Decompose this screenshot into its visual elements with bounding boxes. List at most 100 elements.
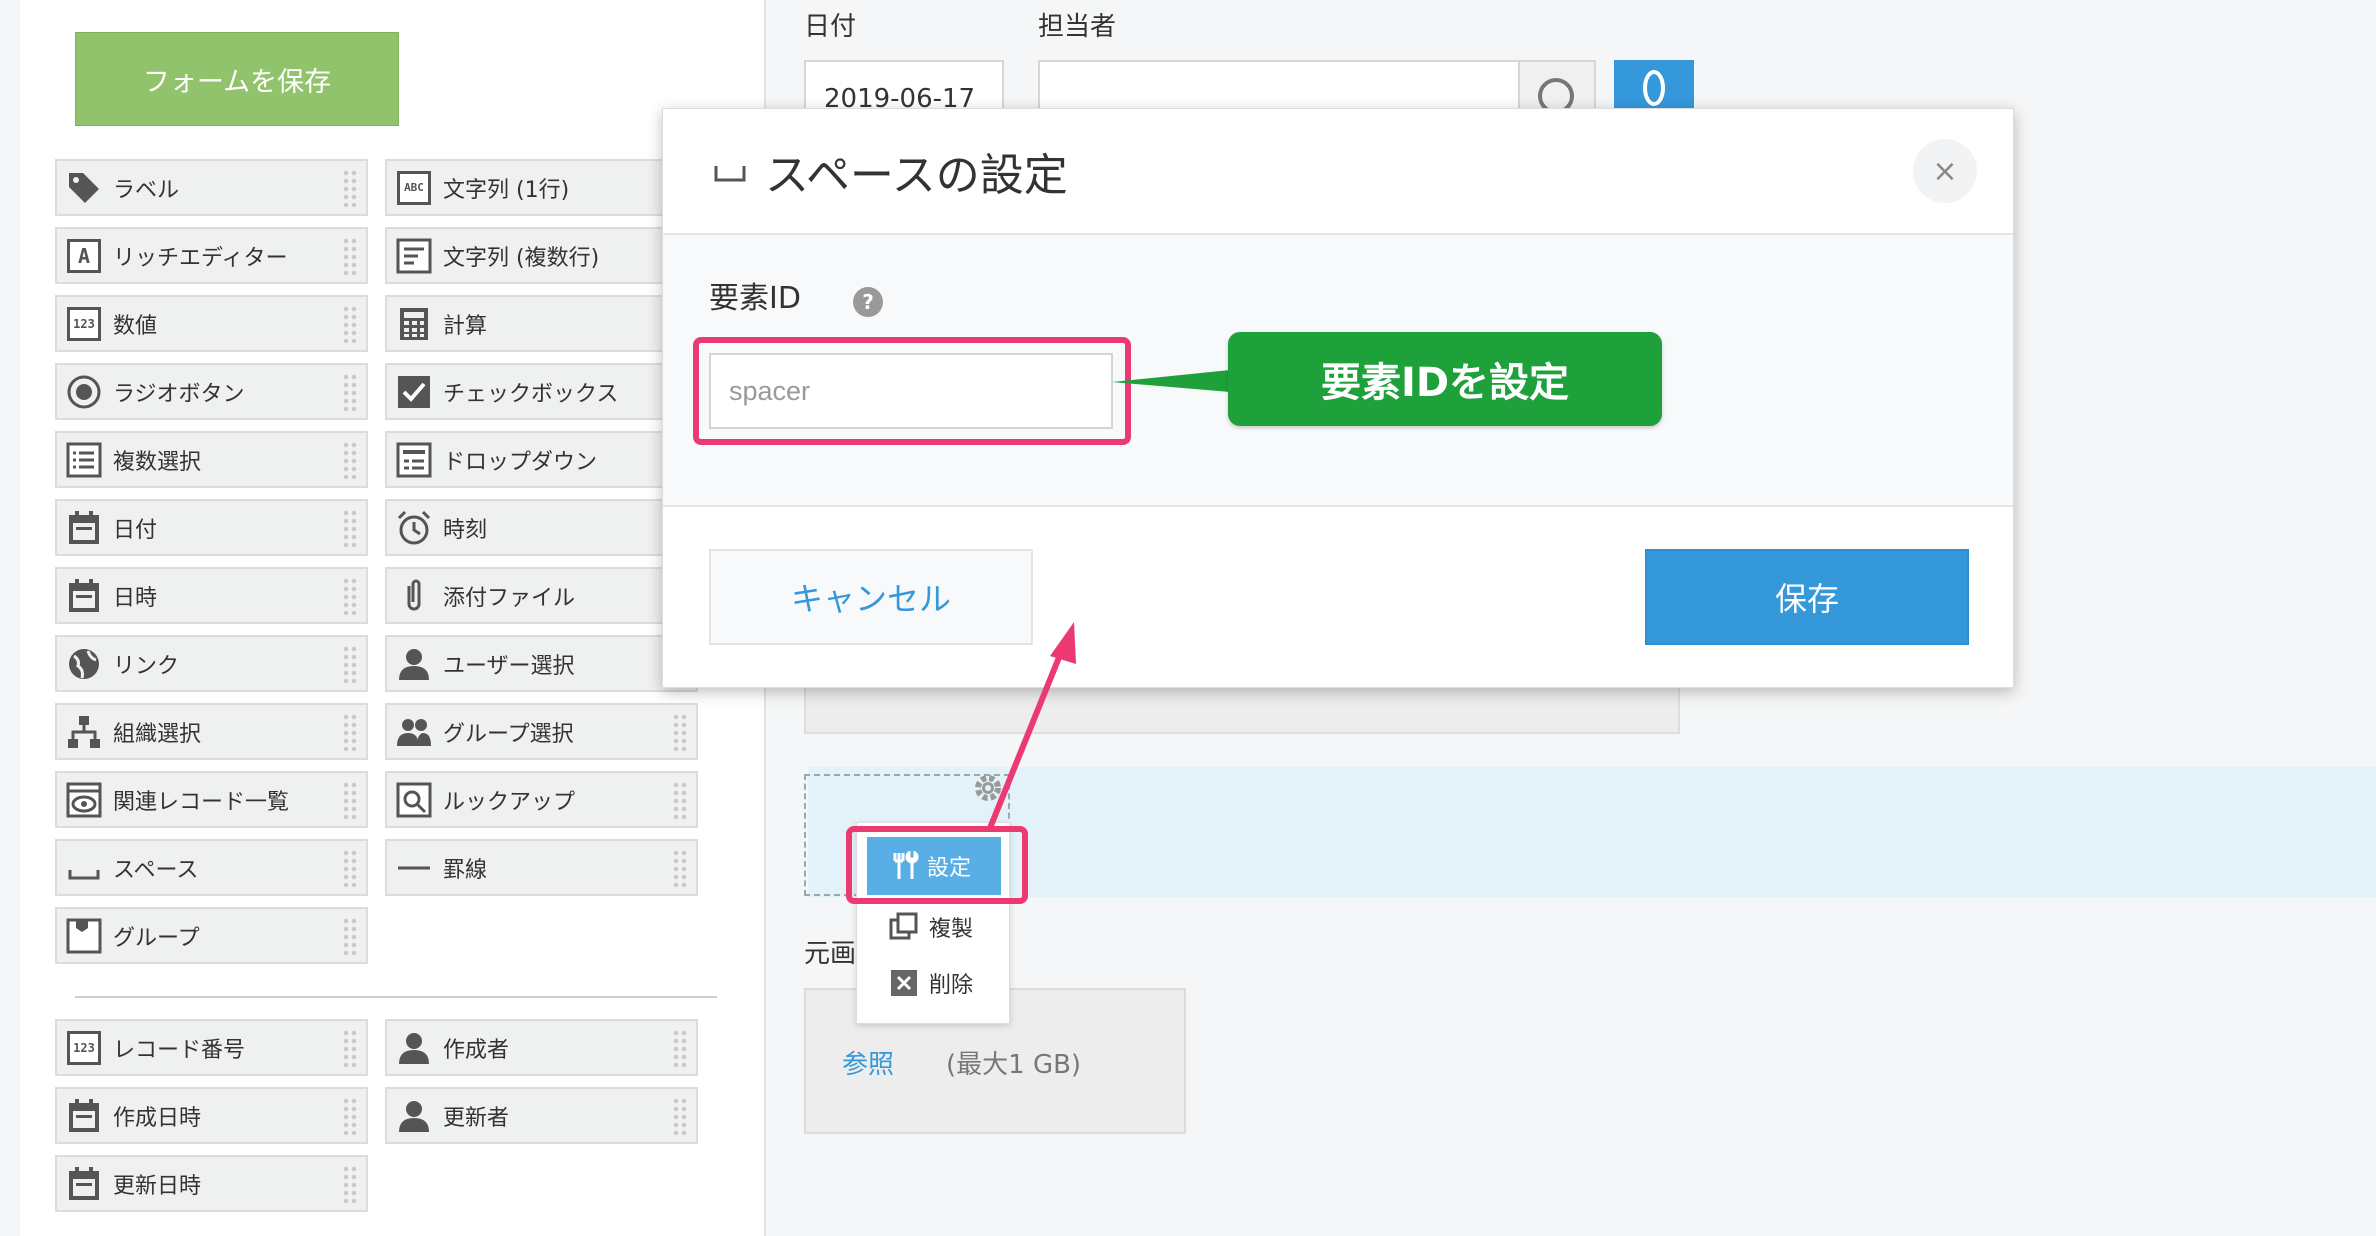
drag-handle-icon[interactable]	[672, 849, 690, 887]
delete-menu-label: 削除	[929, 973, 974, 998]
multi-select-icon	[65, 441, 103, 479]
rich-editor-icon: A	[65, 237, 103, 275]
field-item[interactable]: ルックアップ	[385, 771, 698, 828]
drag-handle-icon[interactable]	[342, 917, 360, 955]
user-icon	[395, 645, 433, 683]
drag-handle-icon[interactable]	[342, 781, 360, 819]
field-item[interactable]: ラベル	[55, 159, 368, 216]
element-id-highlight	[693, 337, 1131, 445]
calculator-icon	[395, 305, 433, 343]
duplicate-icon	[889, 912, 919, 942]
horizontal-line-icon	[395, 849, 433, 887]
field-item[interactable]: 複数選択	[55, 431, 368, 488]
field-item[interactable]: 123 数値	[55, 295, 368, 352]
field-item[interactable]: 添付ファイル	[385, 567, 698, 624]
tag-icon	[65, 169, 103, 207]
field-item[interactable]: 文字列 (複数行)	[385, 227, 698, 284]
drag-handle-icon[interactable]	[342, 169, 360, 207]
system-field-item[interactable]: 更新者	[385, 1087, 698, 1144]
field-item-label: 複数選択	[113, 449, 202, 475]
drag-handle-icon[interactable]	[342, 1029, 360, 1067]
field-item[interactable]: ユーザー選択	[385, 635, 698, 692]
related-records-icon	[65, 781, 103, 819]
space-icon	[65, 849, 103, 887]
field-item-label: ユーザー選択	[443, 653, 575, 679]
drag-handle-icon[interactable]	[342, 305, 360, 343]
field-item[interactable]: 罫線	[385, 839, 698, 896]
drag-handle-icon[interactable]	[342, 645, 360, 683]
drag-handle-icon[interactable]	[342, 509, 360, 547]
field-item[interactable]: 関連レコード一覧	[55, 771, 368, 828]
delete-menu-item[interactable]: 削除	[889, 963, 973, 1003]
field-item-label: リッチエディター	[113, 245, 288, 271]
lookup-icon	[395, 781, 433, 819]
field-item[interactable]: A リッチエディター	[55, 227, 368, 284]
settings-highlight	[846, 826, 1028, 904]
drag-handle-icon[interactable]	[342, 373, 360, 411]
field-item[interactable]: 計算	[385, 295, 698, 352]
field-item[interactable]: リンク	[55, 635, 368, 692]
field-item-label: 日時	[113, 585, 158, 611]
drag-handle-icon[interactable]	[672, 1097, 690, 1135]
field-item-label: 文字列 (複数行)	[443, 245, 600, 271]
field-item[interactable]: ラジオボタン	[55, 363, 368, 420]
field-item[interactable]: 日付	[55, 499, 368, 556]
field-item[interactable]: グループ	[55, 907, 368, 964]
save-button[interactable]: 保存	[1645, 549, 1969, 645]
field-item[interactable]: ドロップダウン	[385, 431, 698, 488]
drag-handle-icon[interactable]	[342, 1097, 360, 1135]
palette-divider	[75, 996, 717, 998]
field-item-label: 日付	[113, 517, 158, 543]
gear-icon[interactable]	[970, 770, 1006, 810]
system-field-item-label: レコード番号	[113, 1037, 246, 1063]
user-icon	[395, 1029, 433, 1067]
field-item[interactable]: 時刻	[385, 499, 698, 556]
duplicate-menu-item[interactable]: 複製	[889, 907, 973, 947]
group-icon	[395, 713, 433, 751]
drag-handle-icon[interactable]	[342, 849, 360, 887]
max-size-text: (最大1 GB)	[946, 1050, 1082, 1080]
field-item[interactable]: ABC 文字列 (1行)	[385, 159, 698, 216]
close-button[interactable]: ×	[1913, 139, 1977, 203]
field-item[interactable]: グループ選択	[385, 703, 698, 760]
calendar-icon	[65, 577, 103, 615]
help-icon[interactable]: ?	[853, 287, 883, 317]
system-field-item-label: 作成者	[443, 1037, 510, 1063]
system-field-item-label: 更新者	[443, 1105, 510, 1131]
number-icon: 123	[65, 1029, 103, 1067]
space-icon	[713, 156, 747, 186]
drag-handle-icon[interactable]	[342, 441, 360, 479]
calendar-icon	[65, 1097, 103, 1135]
delete-icon	[889, 968, 919, 998]
field-item[interactable]: 日時	[55, 567, 368, 624]
drag-handle-icon[interactable]	[342, 237, 360, 275]
dialog-title: スペースの設定	[713, 139, 1068, 203]
drag-handle-icon[interactable]	[672, 781, 690, 819]
system-field-item[interactable]: 作成日時	[55, 1087, 368, 1144]
save-form-button[interactable]: フォームを保存	[75, 32, 399, 126]
field-item[interactable]: スペース	[55, 839, 368, 896]
system-field-item[interactable]: 作成者	[385, 1019, 698, 1076]
system-field-item[interactable]: 更新日時	[55, 1155, 368, 1212]
cancel-button[interactable]: キャンセル	[709, 549, 1033, 645]
browse-link[interactable]: 参照	[842, 1044, 894, 1081]
drag-handle-icon[interactable]	[672, 1029, 690, 1067]
drag-handle-icon[interactable]	[342, 1165, 360, 1203]
field-item[interactable]: チェックボックス	[385, 363, 698, 420]
system-field-item[interactable]: 123 レコード番号	[55, 1019, 368, 1076]
field-item-label: ラベル	[113, 177, 180, 203]
field-item-label: 罫線	[443, 857, 488, 883]
drag-handle-icon[interactable]	[342, 713, 360, 751]
duplicate-menu-label: 複製	[929, 917, 974, 942]
field-palette: フォームを保存 ラベル ABC 文字列 (1行) A リッチエディター 文字列 (複数行)…	[20, 0, 766, 1236]
drag-handle-icon[interactable]	[672, 713, 690, 751]
space-row	[808, 767, 2376, 897]
field-item-label: 文字列 (1行)	[443, 177, 570, 203]
checkbox-icon	[395, 373, 433, 411]
system-field-item-label: 作成日時	[113, 1105, 202, 1131]
element-id-label: 要素ID	[709, 281, 801, 316]
field-item[interactable]: 組織選択	[55, 703, 368, 760]
drag-handle-icon[interactable]	[342, 577, 360, 615]
dialog-title-text: スペースの設定	[765, 150, 1068, 201]
field-item-label: 添付ファイル	[443, 585, 576, 611]
